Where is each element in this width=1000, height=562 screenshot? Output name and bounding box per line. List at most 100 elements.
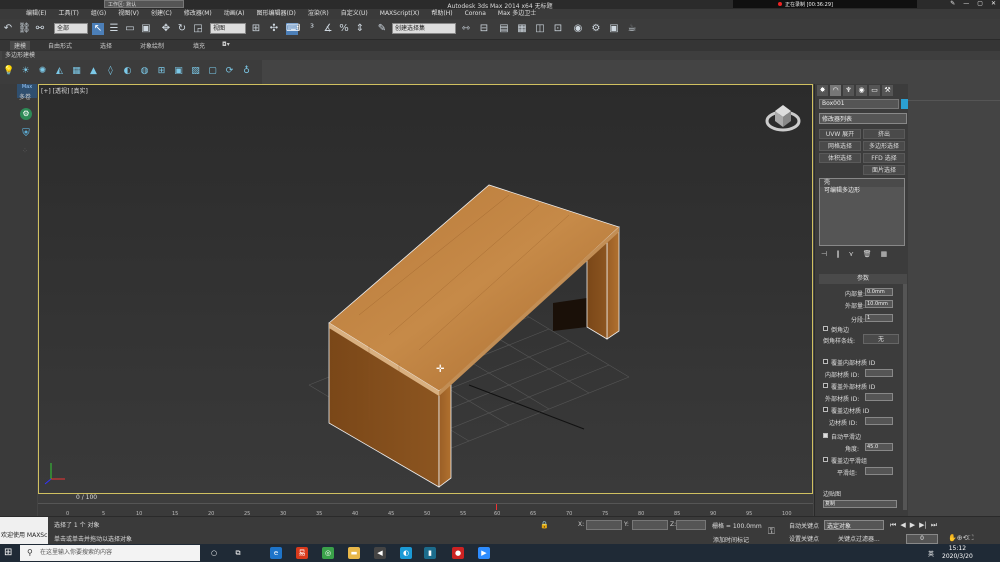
smooth-group-field[interactable] (865, 467, 893, 475)
utilities-tab-icon[interactable]: ⚒ (882, 85, 893, 96)
edge-map-dropdown[interactable]: 复制 (823, 500, 897, 508)
uvw-unwrap-button[interactable]: UVW 展开 (819, 129, 861, 139)
y-coord-field[interactable] (632, 520, 668, 530)
make-unique-icon[interactable]: ⋎ (849, 250, 854, 258)
rect-selection-icon[interactable]: ▭ (124, 23, 136, 35)
pivot-icon[interactable]: ⊞ (250, 23, 262, 35)
next-frame-icon[interactable]: ▶| (919, 521, 927, 530)
ribbon-options-icon[interactable]: ◘▾ (222, 41, 230, 48)
percent-snap-icon[interactable]: % (338, 23, 350, 35)
stack-item-editable-poly[interactable]: 可编辑多边形 (820, 187, 904, 195)
app-green-icon[interactable]: ◎ (322, 547, 334, 559)
key-icon[interactable]: ⚿ (768, 527, 775, 537)
schematic-icon[interactable]: ⊡ (552, 23, 564, 35)
menu-group[interactable]: 组(G) (91, 9, 106, 19)
create-tab-icon[interactable]: ✸ (817, 85, 828, 96)
render-setup-icon[interactable]: ⚙ (590, 23, 602, 35)
override-smooth-checkbox[interactable] (823, 457, 828, 462)
snap-icon[interactable]: ³ (306, 23, 318, 35)
object-name-field[interactable]: Box001 (819, 99, 899, 109)
bevel-edges-checkbox[interactable] (823, 326, 828, 331)
app-red-icon[interactable]: 易 (296, 547, 308, 559)
menu-maxscript[interactable]: MAXScript(X) (380, 9, 420, 19)
taskbar-search[interactable]: 在这里输入你要搜索的内容 (20, 545, 200, 561)
ffd-select-button[interactable]: FFD 选择 (863, 153, 905, 163)
media-icon[interactable]: ◀ (374, 547, 386, 559)
curve-editor-icon[interactable]: ◫ (534, 23, 546, 35)
minimize-button[interactable]: — (963, 0, 969, 9)
remove-modifier-icon[interactable]: 🗑 (863, 250, 872, 258)
tab-selection[interactable]: 选择 (100, 41, 112, 50)
override-outer-checkbox[interactable] (823, 383, 828, 388)
loop-icon[interactable]: ⟳ (224, 66, 235, 77)
x-coord-field[interactable] (586, 520, 622, 530)
shield-icon[interactable]: ⛨ (20, 128, 32, 140)
parameters-rollout[interactable]: 参数 (819, 274, 907, 284)
override-inner-checkbox[interactable] (823, 359, 828, 364)
tab-freeform[interactable]: 自由形式 (48, 41, 72, 50)
input-language[interactable]: 英 (928, 549, 934, 558)
play-icon[interactable]: ▶ (910, 521, 915, 530)
sky-icon[interactable]: ✺ (37, 66, 48, 77)
scale-icon[interactable]: ◲ (192, 23, 204, 35)
keyboard-shortcut-icon[interactable]: ⌨ (286, 23, 300, 35)
bevel-spline-none-button[interactable]: 无 (863, 334, 899, 344)
maxscript-listener[interactable]: 欢迎使用 MAXSc (0, 517, 48, 545)
3dsmax-taskbar-icon[interactable]: ▮ (424, 547, 436, 559)
file-explorer-icon[interactable]: ▬ (348, 547, 360, 559)
tab-populate[interactable]: 填充 (193, 41, 205, 50)
viewport-label[interactable]: [+] [透视] [真实] (41, 86, 88, 95)
dots-icon[interactable]: ⁘ (22, 147, 28, 155)
auto-key-button[interactable]: 自动关键点 (789, 521, 819, 530)
current-frame-field[interactable]: 0 (906, 534, 938, 544)
spot-icon[interactable]: ▲ (88, 66, 99, 77)
key-selection-dropdown[interactable]: 选定对象 (824, 520, 884, 530)
reference-coord-dropdown[interactable]: 视图 (210, 23, 246, 34)
menu-modifiers[interactable]: 修改器(M) (184, 9, 212, 19)
select-by-name-icon[interactable]: ☰ (108, 23, 120, 35)
auto-smooth-checkbox[interactable] (823, 433, 828, 438)
motion-tab-icon[interactable]: ◉ (856, 85, 867, 96)
window-crossing-icon[interactable]: ▣ (140, 23, 152, 35)
selection-filter[interactable]: 全部 (54, 23, 88, 34)
perspective-viewport[interactable]: ✛ [+] [透视] [真实] (38, 84, 813, 494)
menu-edit[interactable]: 编辑(E) (26, 9, 46, 19)
windows-start-icon[interactable]: ⊞ (4, 547, 12, 558)
key-filters-button[interactable]: 关键点过滤器... (838, 534, 880, 543)
goto-end-icon[interactable]: ⏭ (931, 521, 937, 530)
dome-icon[interactable]: ◍ (139, 66, 150, 77)
panel-scrollbar[interactable] (903, 284, 907, 510)
mirror-icon[interactable]: ⇿ (460, 23, 472, 35)
inner-id-field[interactable] (865, 369, 893, 377)
render-icon[interactable]: ☕ (626, 23, 638, 35)
menu-graph-editors[interactable]: 图形编辑器(D) (257, 9, 296, 19)
edge-id-field[interactable] (865, 417, 893, 425)
override-edge-checkbox[interactable] (823, 407, 828, 412)
rotate-icon[interactable]: ↻ (176, 23, 188, 35)
menu-customize[interactable]: 自定义(U) (341, 9, 368, 19)
link-icon[interactable]: ⛓ (18, 23, 31, 35)
zoom-icon[interactable]: ▶ (478, 547, 490, 559)
show-end-icon[interactable]: ‖ (836, 250, 840, 258)
image-icon[interactable]: ▧ (190, 66, 201, 77)
configure-sets-icon[interactable]: ▦ (881, 250, 888, 258)
angle-field[interactable]: 45.0 (865, 443, 893, 451)
select-manipulate-icon[interactable]: ✣ (268, 23, 280, 35)
add-time-tag[interactable]: 添加时间标记 (713, 535, 749, 544)
spinner-snap-icon[interactable]: ⇕ (354, 23, 366, 35)
undo-icon[interactable]: ↶ (2, 23, 14, 35)
edge-icon[interactable]: e (270, 547, 282, 559)
menu-rendering[interactable]: 渲染(R) (308, 9, 329, 19)
layer-icon[interactable]: ▤ (498, 23, 510, 35)
light-icon[interactable]: 💡 (3, 66, 14, 77)
unlink-icon[interactable]: ⚯ (34, 23, 46, 35)
timeline[interactable]: 0 5 10 15 20 25 30 35 40 45 50 55 60 65 … (38, 503, 813, 517)
particles-icon[interactable]: ◭ (54, 66, 65, 77)
browser-icon[interactable]: ◐ (400, 547, 412, 559)
set-key-button[interactable]: 设置关键点 (789, 534, 819, 543)
rendered-frame-icon[interactable]: ▣ (608, 23, 620, 35)
select-object-icon[interactable]: ↖ (92, 23, 104, 35)
recorder-taskbar-icon[interactable]: ● (452, 547, 464, 559)
maximize-button[interactable]: ▢ (977, 0, 983, 9)
material-editor-icon[interactable]: ◉ (572, 23, 584, 35)
